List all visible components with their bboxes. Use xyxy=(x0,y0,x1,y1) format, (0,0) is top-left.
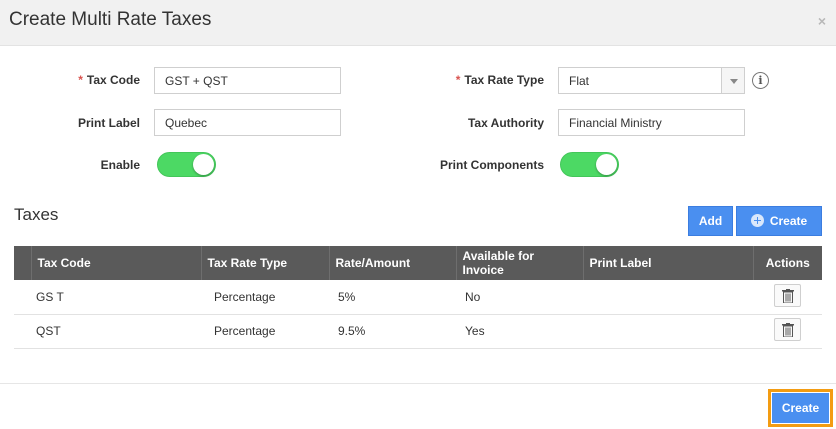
plus-circle-icon xyxy=(750,214,764,227)
tax-authority-label: Tax Authority xyxy=(467,116,544,130)
info-icon[interactable]: i xyxy=(752,72,769,89)
table-row: QST Percentage 9.5% Yes xyxy=(14,314,822,349)
required-mark: * xyxy=(78,73,83,87)
tax-rate-type-select[interactable]: Flat xyxy=(558,67,745,94)
toggle-knob xyxy=(193,154,214,175)
delete-button[interactable] xyxy=(774,318,801,341)
trash-icon xyxy=(782,288,794,303)
taxes-section-title: Taxes xyxy=(14,205,59,224)
cell-tax-code: QST xyxy=(31,314,201,349)
dialog-title: Create Multi Rate Taxes xyxy=(9,9,212,30)
enable-toggle[interactable] xyxy=(157,152,216,177)
chevron-down-icon[interactable] xyxy=(721,68,744,93)
dialog-header: Create Multi Rate Taxes × xyxy=(0,0,836,46)
cell-tax-code: GS T xyxy=(31,280,201,315)
add-button[interactable]: Add xyxy=(688,206,733,236)
column-header-tax-rate-type: Tax Rate Type xyxy=(201,246,330,280)
tax-rate-type-label: * Tax Rate Type xyxy=(455,73,544,87)
print-components-toggle[interactable] xyxy=(560,152,619,177)
print-components-label: Print Components xyxy=(440,158,544,172)
delete-button[interactable] xyxy=(774,283,801,307)
column-header-available-for-invoice: Available for Invoice xyxy=(456,246,584,280)
create-button[interactable]: Create xyxy=(772,393,829,423)
footer-divider xyxy=(0,383,836,384)
cell-rate: 9.5% xyxy=(329,314,456,349)
cell-actions xyxy=(753,314,822,349)
cell-available: Yes xyxy=(456,314,583,349)
cell-rate-type: Percentage xyxy=(201,280,329,315)
table-row: GS T Percentage 5% No xyxy=(14,280,822,315)
table-header-row: Tax Code Tax Rate Type Rate/Amount Avail… xyxy=(14,246,822,280)
tax-rate-type-value: Flat xyxy=(569,74,590,88)
required-mark: * xyxy=(455,73,461,87)
cell-print-label xyxy=(583,314,753,349)
column-header-tax-code: Tax Code xyxy=(31,246,202,280)
column-header-actions: Actions xyxy=(753,246,822,280)
cell-rate-type: Percentage xyxy=(201,314,329,349)
column-header-print-label: Print Label xyxy=(583,246,754,280)
tax-authority-input[interactable]: Financial Ministry xyxy=(558,109,745,136)
tax-code-label: * Tax Code xyxy=(78,73,140,87)
tax-code-input[interactable]: GST + QST xyxy=(154,67,341,94)
create-tax-button[interactable]: Create xyxy=(736,206,822,236)
cell-available: No xyxy=(456,280,583,315)
enable-label: Enable xyxy=(100,158,140,172)
taxes-table: Tax Code Tax Rate Type Rate/Amount Avail… xyxy=(14,246,822,349)
trash-icon xyxy=(782,323,794,337)
cell-rate: 5% xyxy=(329,280,456,315)
toggle-knob xyxy=(596,154,617,175)
print-label-label: Print Label xyxy=(77,116,140,130)
create-button-highlight: Create xyxy=(768,389,833,427)
close-icon[interactable]: × xyxy=(818,13,826,29)
cell-print-label xyxy=(583,280,753,315)
header-spacer xyxy=(14,246,32,280)
cell-actions xyxy=(753,280,822,315)
print-label-input[interactable]: Quebec xyxy=(154,109,341,136)
column-header-rate-amount: Rate/Amount xyxy=(329,246,457,280)
